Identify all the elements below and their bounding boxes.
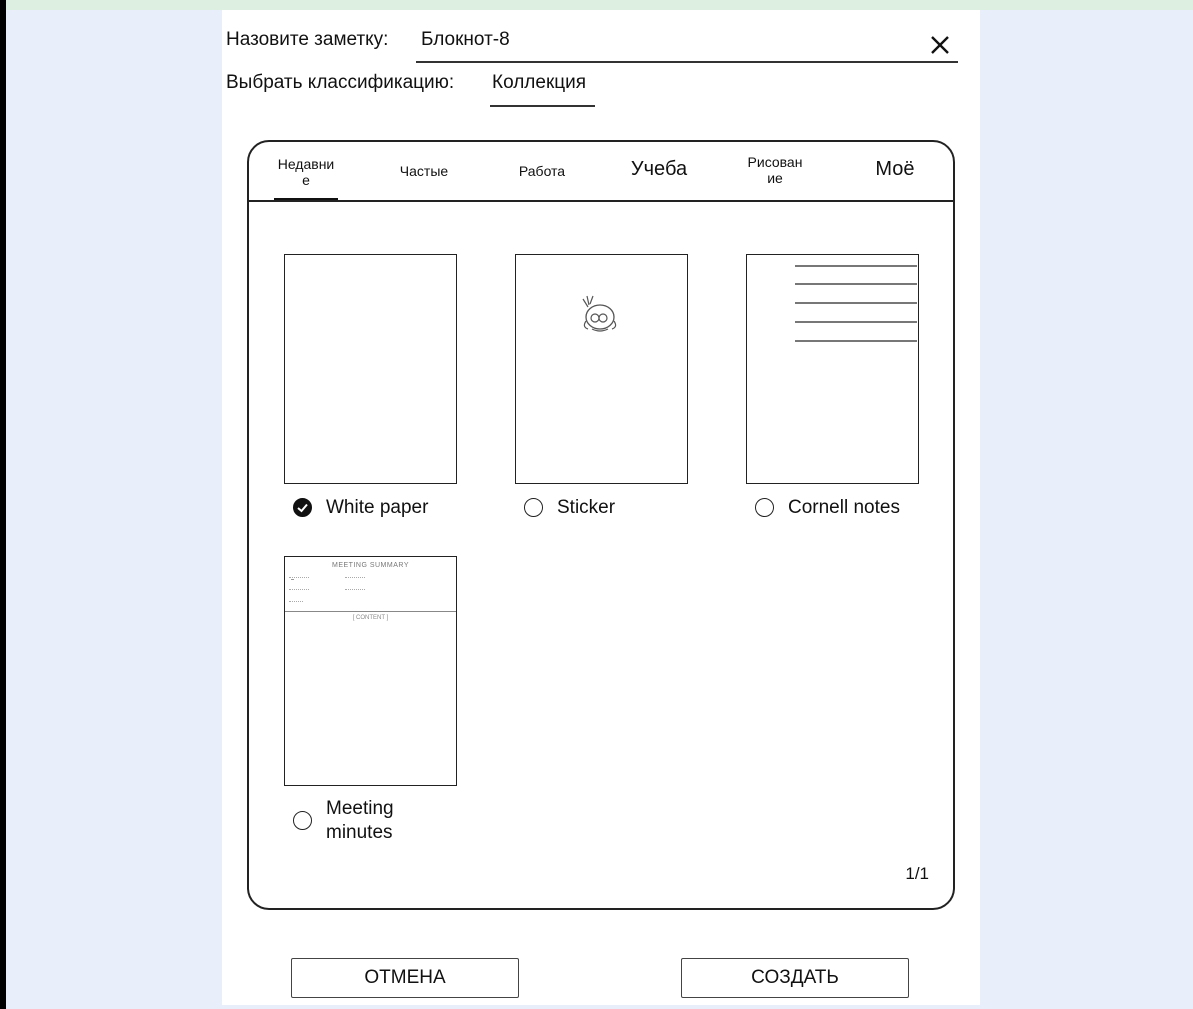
tab-recent[interactable]: Недавни е: [271, 156, 341, 188]
radio-checked-icon[interactable]: [293, 498, 312, 517]
top-band: [0, 0, 1193, 10]
note-name-underline: [416, 61, 958, 63]
meeting-field: [289, 577, 309, 580]
template-tabs: Недавни е Частые Работа Учеба Рисован ие…: [249, 142, 953, 202]
meeting-field: [345, 589, 365, 592]
template-card-white-paper[interactable]: [284, 254, 457, 484]
meeting-preview-section: [ CONTENT ]: [352, 615, 389, 621]
classification-underline: [490, 105, 595, 107]
note-name-label: Назовите заметку:: [226, 29, 389, 50]
template-picker: Недавни е Частые Работа Учеба Рисован ие…: [247, 140, 955, 910]
radio-unchecked-icon[interactable]: [293, 811, 312, 830]
new-note-dialog: Назовите заметку: Блокнот-8 Выбрать клас…: [222, 10, 980, 1005]
close-icon[interactable]: [926, 30, 954, 58]
tab-mine[interactable]: Моё: [859, 159, 931, 179]
active-tab-indicator: [274, 198, 338, 200]
tab-study[interactable]: Учеба: [619, 159, 699, 179]
create-button[interactable]: СОЗДАТЬ: [681, 958, 909, 998]
page-indicator: 1/1: [905, 864, 929, 883]
left-edge-bar: [0, 0, 6, 1009]
classification-row: Выбрать классификацию: Коллекция: [226, 70, 956, 110]
meeting-preview-title: MEETING SUMMARY: [332, 562, 409, 569]
template-card-sticker[interactable]: [515, 254, 688, 484]
meeting-field: [289, 589, 309, 592]
tab-drawing[interactable]: Рисован ие: [737, 154, 813, 186]
cornell-line: [795, 340, 917, 342]
note-name-row: Назовите заметку: Блокнот-8: [226, 20, 958, 63]
classification-select[interactable]: Коллекция: [492, 72, 586, 94]
template-label-white-paper[interactable]: White paper: [326, 497, 428, 519]
meeting-field: [289, 601, 303, 604]
template-label-cornell-notes[interactable]: Cornell notes: [788, 497, 900, 519]
template-label-meeting-minutes[interactable]: Meeting minutes: [326, 797, 394, 845]
template-card-cornell-notes[interactable]: [746, 254, 919, 484]
sticker-icon: [582, 295, 617, 332]
template-label-sticker[interactable]: Sticker: [557, 497, 615, 519]
meeting-field: [345, 577, 365, 580]
cornell-line: [795, 302, 917, 304]
tab-frequent[interactable]: Частые: [389, 163, 459, 179]
meeting-divider: [285, 611, 456, 612]
cornell-line: [795, 265, 917, 267]
cornell-line: [795, 283, 917, 285]
note-name-input[interactable]: Блокнот-8: [421, 29, 510, 51]
tab-work[interactable]: Работа: [505, 163, 579, 179]
radio-unchecked-icon[interactable]: [755, 498, 774, 517]
cornell-line: [795, 321, 917, 323]
cancel-button[interactable]: ОТМЕНА: [291, 958, 519, 998]
radio-unchecked-icon[interactable]: [524, 498, 543, 517]
classification-label: Выбрать классификацию:: [226, 72, 455, 93]
template-card-meeting-minutes[interactable]: MEETING SUMMARY [ CONTENT ]: [284, 556, 457, 786]
